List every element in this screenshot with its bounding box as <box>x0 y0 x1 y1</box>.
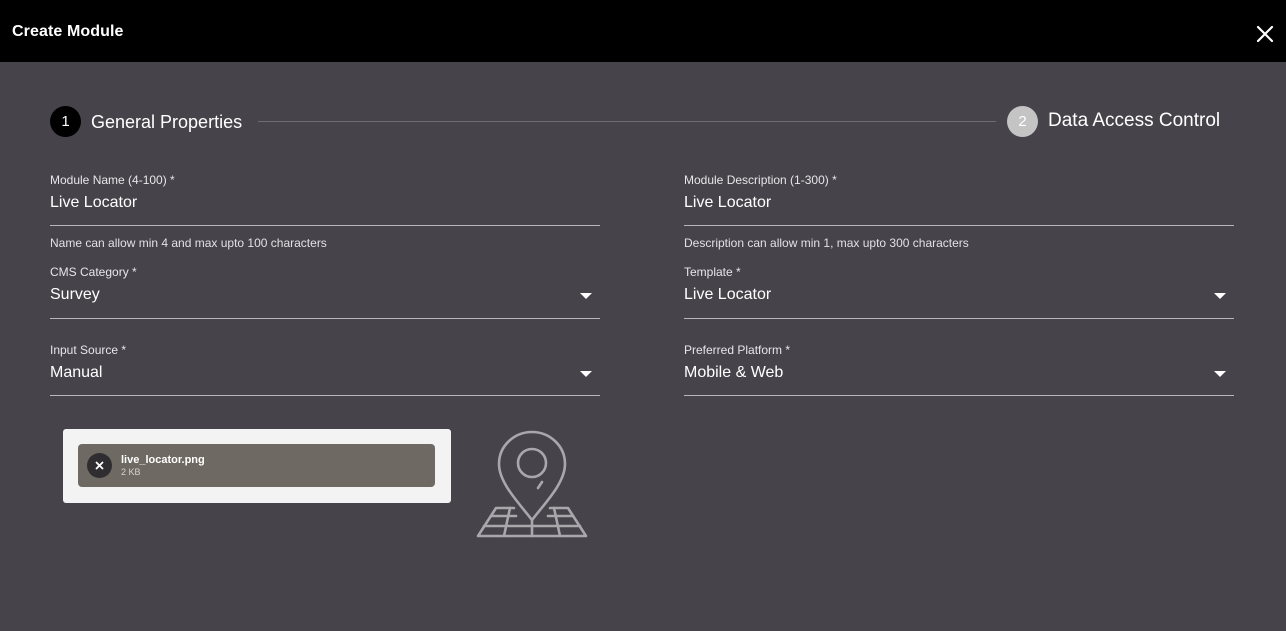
file-size: 2 KB <box>121 467 141 477</box>
stepper-connector <box>258 121 996 122</box>
template-select[interactable]: Template * Live Locator <box>684 265 1234 319</box>
template-value[interactable]: Live Locator <box>684 286 771 304</box>
map-pin-icon <box>476 428 588 540</box>
module-description-field[interactable]: Module Description (1-300) * Live Locato… <box>684 173 1234 227</box>
preferred-platform-underline <box>684 395 1234 396</box>
module-name-input[interactable]: Live Locator <box>50 194 137 212</box>
stepper: 1 General Properties 2 Data Access Contr… <box>50 106 1234 138</box>
chevron-down-icon[interactable] <box>1214 371 1226 377</box>
preferred-platform-value[interactable]: Mobile & Web <box>684 364 783 382</box>
chevron-down-icon[interactable] <box>580 293 592 299</box>
module-description-label: Module Description (1-300) * <box>684 173 837 187</box>
remove-file-icon[interactable] <box>87 453 112 478</box>
close-icon[interactable] <box>1254 23 1276 45</box>
file-upload-dropzone[interactable]: live_locator.png 2 KB <box>63 429 451 503</box>
input-source-underline <box>50 395 600 396</box>
module-name-field[interactable]: Module Name (4-100) * Live Locator <box>50 173 600 227</box>
module-name-hint: Name can allow min 4 and max upto 100 ch… <box>50 236 327 250</box>
cms-category-label: CMS Category * <box>50 265 137 279</box>
chevron-down-icon[interactable] <box>1214 293 1226 299</box>
cms-category-underline <box>50 318 600 319</box>
module-name-underline <box>50 225 600 226</box>
module-description-input[interactable]: Live Locator <box>684 194 771 212</box>
preferred-platform-select[interactable]: Preferred Platform * Mobile & Web <box>684 343 1234 397</box>
template-underline <box>684 318 1234 319</box>
input-source-value[interactable]: Manual <box>50 364 102 382</box>
module-description-hint: Description can allow min 1, max upto 30… <box>684 236 969 250</box>
step-2-label[interactable]: Data Access Control <box>1048 110 1220 132</box>
template-label: Template * <box>684 265 741 279</box>
dialog-title: Create Module <box>12 23 124 40</box>
module-description-underline <box>684 225 1234 226</box>
module-name-label: Module Name (4-100) * <box>50 173 175 187</box>
chevron-down-icon[interactable] <box>580 371 592 377</box>
preferred-platform-label: Preferred Platform * <box>684 343 791 357</box>
step-2-number[interactable]: 2 <box>1007 106 1038 137</box>
cms-category-value[interactable]: Survey <box>50 286 100 304</box>
input-source-label: Input Source * <box>50 343 127 357</box>
dialog-header: Create Module <box>0 0 1286 62</box>
file-name: live_locator.png <box>121 454 205 466</box>
uploaded-file-chip: live_locator.png 2 KB <box>78 444 435 487</box>
input-source-select[interactable]: Input Source * Manual <box>50 343 600 397</box>
step-1-label[interactable]: General Properties <box>91 112 242 133</box>
cms-category-select[interactable]: CMS Category * Survey <box>50 265 600 319</box>
step-1-number[interactable]: 1 <box>50 106 81 137</box>
